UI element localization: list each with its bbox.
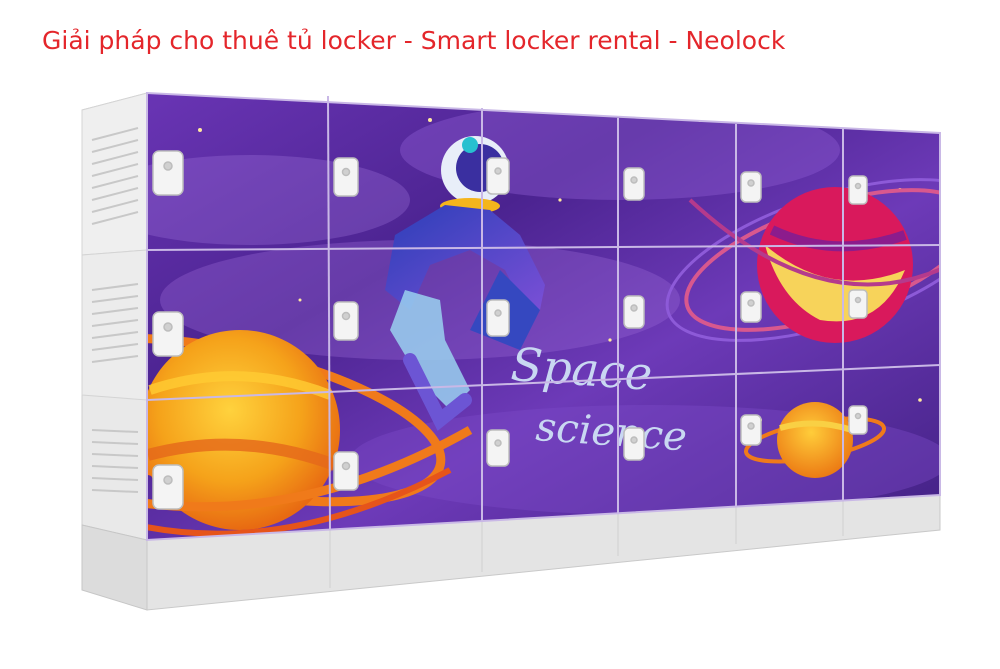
side-cabinet bbox=[81, 92, 148, 611]
lock-icon bbox=[623, 167, 645, 201]
lock-icon bbox=[623, 427, 645, 461]
lock-icon bbox=[333, 301, 359, 341]
lock-icon bbox=[333, 157, 359, 197]
lock-icon bbox=[848, 405, 868, 435]
lock-icon bbox=[740, 291, 762, 323]
lock-icon bbox=[486, 429, 510, 467]
lock-icon bbox=[152, 150, 184, 196]
lock-icon bbox=[152, 464, 184, 510]
locker-scene: Space science bbox=[81, 91, 941, 611]
lock-icon bbox=[848, 289, 868, 319]
lock-icon bbox=[152, 311, 184, 357]
lock-icon bbox=[740, 171, 762, 203]
lock-icon bbox=[486, 299, 510, 337]
lock-icon bbox=[623, 295, 645, 329]
artwork-line-1: Space bbox=[509, 337, 654, 401]
lock-icon bbox=[740, 414, 762, 446]
lock-icon bbox=[486, 157, 510, 195]
lock-icon bbox=[333, 451, 359, 491]
lock-icon bbox=[848, 175, 868, 205]
